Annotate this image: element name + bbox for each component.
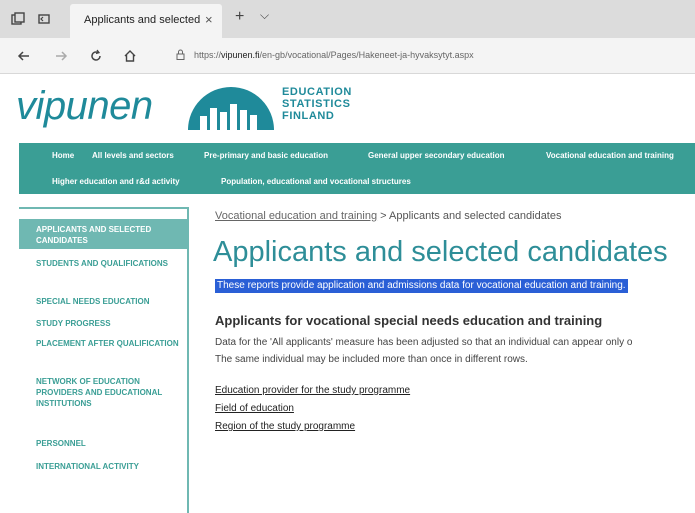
- section-sidebar: APPLICANTS AND SELECTED CANDIDATES STUDE…: [19, 207, 189, 513]
- lock-icon: [176, 49, 185, 63]
- breadcrumb-current: Applicants and selected candidates: [389, 210, 562, 222]
- url-path: /en-gb/vocational/Pages/Hakeneet-ja-hyva…: [259, 50, 474, 60]
- nav-item-pre-primary[interactable]: Pre-primary and basic education: [204, 151, 328, 160]
- tab-back-icon[interactable]: [36, 11, 52, 27]
- page-title: Applicants and selected candidates: [213, 236, 668, 268]
- nav-item-general-upper-secondary[interactable]: General upper secondary education: [368, 151, 504, 160]
- refresh-icon[interactable]: [86, 46, 106, 66]
- section-heading: Applicants for vocational special needs …: [215, 313, 603, 328]
- report-link-education-provider[interactable]: Education provider for the study program…: [215, 385, 410, 396]
- url-prefix: https://: [194, 50, 222, 60]
- sidebar-item-study-progress[interactable]: STUDY PROGRESS: [36, 318, 186, 329]
- active-tab[interactable]: Applicants and selected ×: [70, 4, 222, 38]
- home-icon[interactable]: [120, 46, 140, 66]
- logo-subtitle: EDUCATION STATISTICS FINLAND: [282, 86, 352, 122]
- sidebar-item-personnel[interactable]: PERSONNEL: [36, 438, 186, 449]
- nav-item-vocational[interactable]: Vocational education and training: [546, 151, 674, 160]
- url-text: https://vipunen.fi/en-gb/vocational/Page…: [194, 50, 474, 60]
- sidebar-item-applicants[interactable]: APPLICANTS AND SELECTED CANDIDATES: [36, 224, 186, 246]
- browser-tab-bar: Applicants and selected × + ⌵: [0, 0, 695, 38]
- tab-actions-icon[interactable]: [10, 11, 26, 27]
- tab-title: Applicants and selected: [84, 14, 201, 26]
- sidebar-item-network[interactable]: NETWORK OF EDUCATION PROVIDERS AND EDUCA…: [36, 376, 168, 409]
- nav-item-higher-education[interactable]: Higher education and r&d activity: [52, 177, 180, 186]
- nav-item-all-levels[interactable]: All levels and sectors: [92, 151, 174, 160]
- logo-wordmark: vipunen: [16, 84, 153, 128]
- breadcrumb-separator: >: [380, 210, 387, 222]
- chevron-down-icon[interactable]: ⌵: [260, 8, 269, 23]
- browser-nav-bar: https://vipunen.fi/en-gb/vocational/Page…: [0, 38, 695, 74]
- logo-subtitle-line: STATISTICS: [282, 98, 351, 110]
- breadcrumb-parent-link[interactable]: Vocational education and training: [215, 210, 377, 222]
- section-paragraph-line: Data for the 'All applicants' measure ha…: [215, 337, 633, 348]
- forward-arrow-icon[interactable]: [51, 46, 71, 66]
- intro-text: These reports provide application and ad…: [215, 279, 628, 293]
- section-paragraph-line: The same individual may be included more…: [215, 354, 528, 365]
- logo-subtitle-line: EDUCATION: [282, 86, 352, 98]
- main-navigation: Home All levels and sectors Pre-primary …: [19, 143, 695, 194]
- vipunen-logo[interactable]: vipunen EDUCATION STATISTICS FINLAND: [16, 82, 351, 140]
- nav-item-population-structures[interactable]: Population, educational and vocational s…: [221, 177, 411, 186]
- new-tab-icon[interactable]: +: [235, 8, 244, 26]
- report-link-region[interactable]: Region of the study programme: [215, 421, 355, 432]
- breadcrumb: Vocational education and training > Appl…: [215, 210, 561, 222]
- close-tab-icon[interactable]: ×: [205, 12, 213, 27]
- sidebar-item-special-needs[interactable]: SPECIAL NEEDS EDUCATION: [36, 296, 186, 307]
- report-link-field-of-education[interactable]: Field of education: [215, 403, 294, 414]
- logo-skyline-icon: [188, 87, 274, 130]
- back-arrow-icon[interactable]: [14, 46, 34, 66]
- logo-subtitle-line: FINLAND: [282, 110, 335, 122]
- sidebar-item-placement[interactable]: PLACEMENT AFTER QUALIFICATION: [36, 338, 186, 349]
- nav-item-home[interactable]: Home: [52, 151, 74, 160]
- sidebar-item-international[interactable]: INTERNATIONAL ACTIVITY: [36, 461, 186, 472]
- url-host: vipunen.fi: [221, 50, 260, 60]
- sidebar-item-students[interactable]: STUDENTS AND QUALIFICATIONS: [36, 258, 186, 269]
- address-bar[interactable]: https://vipunen.fi/en-gb/vocational/Page…: [170, 44, 695, 68]
